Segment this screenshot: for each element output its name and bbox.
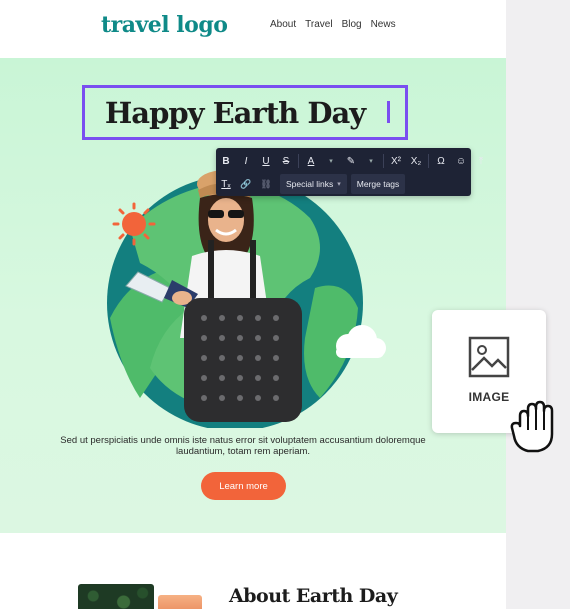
strikethrough-button[interactable]: S	[276, 151, 296, 171]
travel-logo[interactable]: travel logo	[101, 12, 228, 38]
headline-text[interactable]: Happy Earth Day	[85, 96, 385, 130]
toolbar-row-1: B I U S A ▾ ✎ ▾ X² X₂ Ω ☺ ⤒	[216, 150, 491, 172]
text-color-button[interactable]: A	[301, 151, 321, 171]
chevron-down-icon[interactable]: ▾	[361, 151, 381, 171]
emoji-button[interactable]: ☺	[451, 151, 471, 171]
chevron-down-icon: ▾	[337, 181, 341, 188]
merge-tags-dropdown[interactable]: Merge tags	[350, 174, 406, 194]
learn-more-button[interactable]: Learn more	[201, 472, 286, 500]
text-caret	[387, 101, 390, 123]
content-panel	[506, 0, 570, 609]
superscript-button[interactable]: X²	[386, 151, 406, 171]
highlight-button[interactable]: ✎	[341, 151, 361, 171]
subscript-button[interactable]: X₂	[406, 151, 426, 171]
email-header: travel logo About Travel Blog News	[0, 0, 506, 58]
special-links-dropdown[interactable]: Special links ▾	[280, 174, 347, 194]
upload-button[interactable]: ⤒	[471, 151, 491, 171]
text-format-toolbar: B I U S A ▾ ✎ ▾ X² X₂ Ω ☺ ⤒ Tₓ 🔗 ⛓ Speci…	[216, 148, 483, 196]
forest-photo[interactable]	[78, 584, 154, 609]
clear-format-button[interactable]: Tₓ	[216, 174, 236, 194]
toolbar-separator	[383, 154, 384, 168]
underline-button[interactable]: U	[256, 151, 276, 171]
image-icon	[468, 336, 510, 378]
nav-link-travel[interactable]: Travel	[305, 19, 332, 30]
toolbar-row-2: Tₓ 🔗 ⛓ Special links ▾ Merge tags	[216, 173, 406, 195]
unlink-button[interactable]: ⛓	[256, 174, 276, 194]
sunset-photo[interactable]	[158, 595, 202, 609]
headline-text-block[interactable]: Happy Earth Day	[82, 85, 408, 140]
toolbar-separator	[428, 154, 429, 168]
hero-illustration[interactable]	[100, 168, 390, 428]
header-nav: About Travel Blog News	[270, 19, 396, 30]
about-section-title[interactable]: About Earth Day	[229, 585, 398, 607]
chevron-down-icon[interactable]: ▾	[321, 151, 341, 171]
bold-button[interactable]: B	[216, 151, 236, 171]
nav-link-blog[interactable]: Blog	[342, 19, 362, 30]
special-char-button[interactable]: Ω	[431, 151, 451, 171]
hero-body-text[interactable]: Sed ut perspiciatis unde omnis iste natu…	[60, 435, 426, 457]
hero-section: Happy Earth Day Sed ut perspiciatis unde…	[0, 58, 506, 533]
toolbar-separator	[298, 154, 299, 168]
nav-link-about[interactable]: About	[270, 19, 296, 30]
italic-button[interactable]: I	[236, 151, 256, 171]
merge-tags-label: Merge tags	[356, 179, 400, 189]
nav-link-news[interactable]: News	[371, 19, 396, 30]
link-button[interactable]: 🔗	[236, 174, 256, 194]
email-canvas: travel logo About Travel Blog News Happy…	[0, 0, 506, 609]
drag-hand-cursor-icon	[510, 400, 554, 453]
special-links-label: Special links	[286, 179, 334, 189]
